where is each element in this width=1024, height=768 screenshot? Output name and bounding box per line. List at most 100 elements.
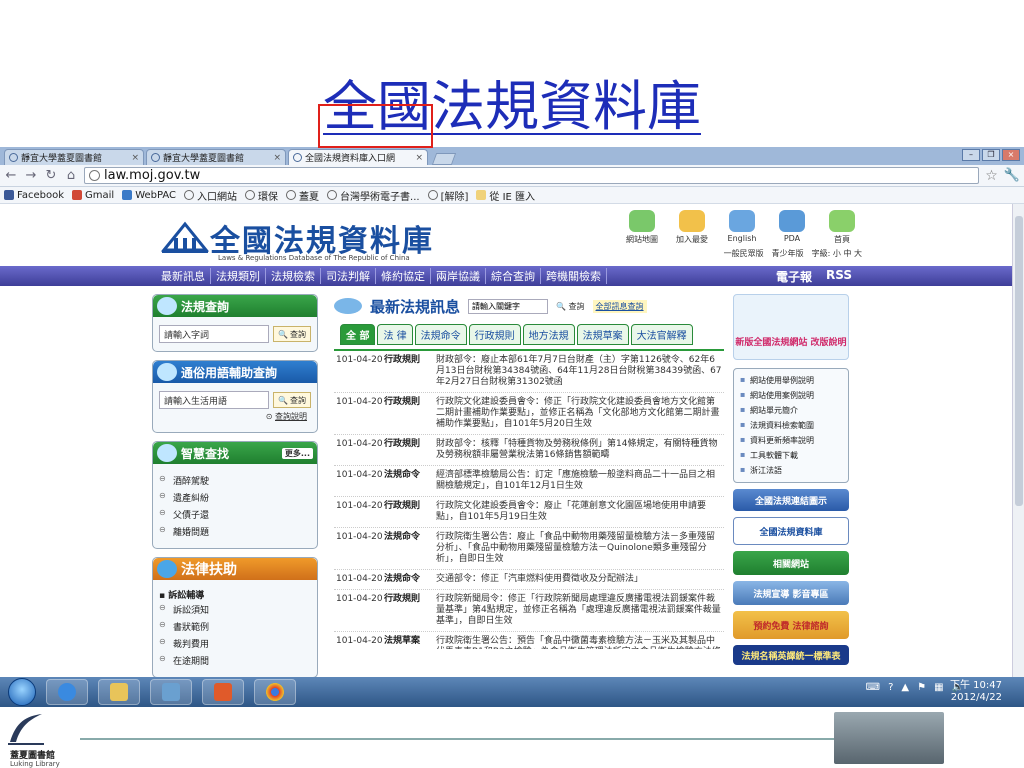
nav-law-search[interactable]: 法規檢索	[266, 268, 321, 284]
smart-item[interactable]: 父債子還	[159, 506, 311, 523]
news-keyword-input[interactable]: 請輸入關鍵字	[468, 298, 549, 314]
media-taskbar-button[interactable]	[150, 679, 192, 705]
youth-version-link[interactable]: 青少年版	[772, 248, 804, 259]
news-row[interactable]: 101-04-20 法規草案 行政院衛生署公告：預告「食品中黴菌毒素檢驗方法－玉米及…	[334, 632, 724, 649]
wrench-icon[interactable]: 🔧	[1004, 168, 1020, 183]
page-scrollbar[interactable]	[1012, 204, 1024, 677]
news-tab-admin-rules[interactable]: 行政規則	[468, 324, 521, 345]
link-icon-banner[interactable]: 全國法規連結圖示	[733, 489, 849, 511]
rss-link[interactable]: RSS	[826, 268, 852, 285]
reload-icon[interactable]: ↻	[44, 168, 58, 183]
minimize-button[interactable]: –	[962, 149, 980, 161]
news-tab-local[interactable]: 地方法規	[522, 324, 575, 345]
news-tab-justice[interactable]: 大法官解釋	[630, 324, 693, 345]
smart-item[interactable]: 遺產糾紛	[159, 489, 311, 506]
home-icon[interactable]: ⌂	[64, 168, 78, 183]
close-window-button[interactable]: ×	[1002, 149, 1020, 161]
close-icon[interactable]: ×	[273, 153, 281, 163]
app-taskbar-button[interactable]	[202, 679, 244, 705]
news-row[interactable]: 101-04-20 法規命令 交通部令：修正「汽車燃料使用費徵收及分配辦法」	[334, 570, 724, 590]
help-link[interactable]: 資料更新頻率說明	[738, 433, 844, 448]
database-banner[interactable]: 全國法規資料庫	[733, 517, 849, 545]
keyboard-icon[interactable]: ⌨	[866, 682, 880, 693]
scroll-thumb[interactable]	[1015, 216, 1023, 506]
news-text[interactable]: 財政部令：核釋「特種貨物及勞務稅條例」第14條規定，有關特種貨物及勞務稅額非屬營…	[436, 439, 722, 461]
bookmark-webpac[interactable]: WebPAC	[122, 190, 176, 201]
news-text[interactable]: 行政院衛生署公告：預告「食品中黴菌毒素檢驗方法－玉米及其製品中伏馬毒素B1和B2…	[436, 636, 722, 649]
translation-standard-banner[interactable]: 法規名稱英譯統一標準表	[733, 645, 849, 665]
back-icon[interactable]: ←	[4, 168, 18, 183]
flag-icon[interactable]: ⚑	[917, 682, 926, 693]
bookmark-facebook[interactable]: Facebook	[4, 190, 64, 201]
law-search-button[interactable]: 🔍 查詢	[273, 326, 311, 342]
nav-treaties[interactable]: 條約協定	[376, 268, 431, 284]
news-row[interactable]: 101-04-20 行政規則 財政部令：廢止本部61年7月7日台財產（主）字第112…	[334, 351, 724, 393]
news-text[interactable]: 行政院新聞局令：修正「行政院新聞局處理違反廣播電視法罰鍰案件裁量基準」第4點規定…	[436, 594, 722, 627]
news-text[interactable]: 交通部令：修正「汽車燃料使用費徵收及分配辦法」	[436, 574, 722, 585]
start-button[interactable]	[8, 678, 36, 706]
news-text[interactable]: 經濟部標準檢驗局公告：訂定「應施檢驗一般塗料商品二十一品目之相關檢驗規定」，自1…	[436, 470, 722, 492]
news-row[interactable]: 101-04-20 行政規則 行政院新聞局令：修正「行政院新聞局處理違反廣播電視法罰…	[334, 590, 724, 632]
aid-item[interactable]: 在途期間	[159, 652, 311, 669]
arrow-up-icon[interactable]: ▲	[901, 682, 909, 693]
newsletter-link[interactable]: 電子報	[776, 268, 812, 285]
sitemap-link[interactable]: 網站地圖	[622, 210, 662, 245]
help-link[interactable]: 浙江法語	[738, 463, 844, 478]
pda-link[interactable]: PDA	[772, 210, 812, 245]
general-version-link[interactable]: 一般民眾版	[724, 248, 764, 259]
bookmark-unlock[interactable]: [解除]	[427, 188, 468, 203]
browser-tab-3[interactable]: 全國法規資料庫入口網 ×	[288, 149, 428, 165]
close-icon[interactable]: ×	[131, 153, 139, 163]
bookmark-gmail[interactable]: Gmail	[72, 190, 114, 201]
news-row[interactable]: 101-04-20 法規命令 行政院衛生署公告：廢止「食品中動物用藥殘留量檢驗方法－…	[334, 528, 724, 570]
aid-item[interactable]: 訴訟須知	[159, 601, 311, 618]
bookmark-ebook[interactable]: 台灣學術電子書...	[327, 188, 420, 203]
bookmark-env[interactable]: 環保	[245, 188, 278, 203]
explorer-taskbar-button[interactable]	[98, 679, 140, 705]
smart-item[interactable]: 離婚問題	[159, 523, 311, 540]
news-row[interactable]: 101-04-20 行政規則 行政院文化建設委員會令：廢止「花蓮創意文化園區場地使用…	[334, 497, 724, 528]
news-text[interactable]: 行政院文化建設委員會令：修正「行政院文化建設委員會地方文化館第二期計畫補助作業要…	[436, 397, 722, 430]
nav-judicial-interpretations[interactable]: 司法判解	[321, 268, 376, 284]
search-help-link[interactable]: ⊙ 查詢說明	[159, 409, 311, 424]
new-tab-button[interactable]	[431, 153, 457, 165]
news-row[interactable]: 101-04-20 行政規則 行政院文化建設委員會令：修正「行政院文化建設委員會地方…	[334, 393, 724, 435]
nav-law-categories[interactable]: 法規類別	[211, 268, 266, 284]
network-icon[interactable]: ▦	[934, 682, 943, 693]
video-banner[interactable]: 法規宣導 影音專區	[733, 581, 849, 605]
news-all-link[interactable]: 全部訊息查詢	[592, 299, 647, 313]
clock[interactable]: 下午 10:47 2012/4/22	[950, 680, 1002, 704]
more-link[interactable]: 更多...	[281, 447, 313, 459]
news-tab-law[interactable]: 法 律	[377, 324, 413, 345]
bookmark-portal[interactable]: 入口網站	[184, 188, 237, 203]
nav-latest-news[interactable]: 最新訊息	[156, 268, 211, 284]
smart-item[interactable]: 酒醉駕駛	[159, 472, 311, 489]
help-link[interactable]: 網站單元簡介	[738, 403, 844, 418]
bookmark-import-ie[interactable]: 從 IE 匯入	[476, 188, 535, 203]
legal-consult-banner[interactable]: 預約免費 法律諮詢	[733, 611, 849, 639]
bookmark-star-icon[interactable]: ☆	[985, 168, 998, 184]
help-link[interactable]: 工具軟體下載	[738, 448, 844, 463]
redesign-promo[interactable]: 新版全國法規網站 改版說明	[733, 294, 849, 360]
english-link[interactable]: English	[722, 210, 762, 245]
news-text[interactable]: 財政部令：廢止本部61年7月7日台財產（主）字第1126號令、62年6月13日台…	[436, 355, 722, 388]
aid-item[interactable]: 裁判費用	[159, 635, 311, 652]
close-icon[interactable]: ×	[415, 153, 423, 163]
news-search-button[interactable]: 🔍 查詢	[556, 301, 585, 312]
nav-general-search[interactable]: 綜合查詢	[486, 268, 541, 284]
home-link[interactable]: 首頁	[822, 210, 862, 245]
news-row[interactable]: 101-04-20 法規命令 經濟部標準檢驗局公告：訂定「應施檢驗一般塗料商品二十一…	[334, 466, 724, 497]
address-bar[interactable]: law.moj.gov.tw	[84, 167, 980, 184]
news-tab-orders[interactable]: 法規命令	[414, 324, 467, 345]
news-tab-all[interactable]: 全 部	[340, 324, 376, 345]
aid-item[interactable]: 書狀範例	[159, 618, 311, 635]
browser-tab-1[interactable]: 靜宜大學蓋夏圖書館 ×	[4, 149, 144, 165]
related-sites-banner[interactable]: 相關網站	[733, 551, 849, 575]
help-link[interactable]: 網站使用舉例說明	[738, 373, 844, 388]
news-text[interactable]: 行政院衛生署公告：廢止「食品中動物用藥殘留量檢驗方法－多重殘留分析」、「食品中動…	[436, 532, 722, 565]
help-icon[interactable]: ?	[888, 682, 893, 693]
ie-taskbar-button[interactable]	[46, 679, 88, 705]
font-size-control[interactable]: 字級: 小 中 大	[812, 248, 862, 259]
nav-cross-agency-search[interactable]: 跨機關檢索	[541, 268, 607, 284]
browser-tab-2[interactable]: 靜宜大學蓋夏圖書館 ×	[146, 149, 286, 165]
